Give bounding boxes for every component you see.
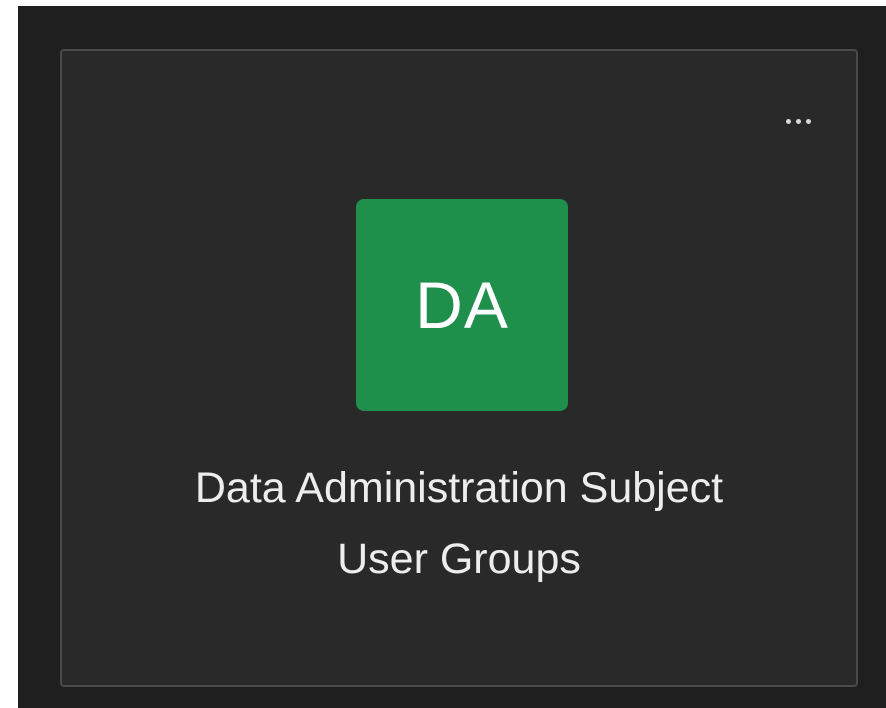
team-avatar: DA [356, 199, 568, 411]
team-name: Data Administration Subject User Groups [102, 453, 816, 595]
team-initials: DA [415, 268, 509, 342]
app-background: DA Data Administration Subject User Grou… [18, 6, 886, 708]
dot-icon [805, 118, 811, 124]
team-name-line-2: User Groups [337, 535, 581, 583]
team-card[interactable]: DA Data Administration Subject User Grou… [60, 49, 858, 687]
dot-icon [785, 118, 791, 124]
dot-icon [795, 118, 801, 124]
team-name-line-1: Data Administration Subject [194, 464, 724, 512]
more-options-icon[interactable] [770, 101, 826, 141]
